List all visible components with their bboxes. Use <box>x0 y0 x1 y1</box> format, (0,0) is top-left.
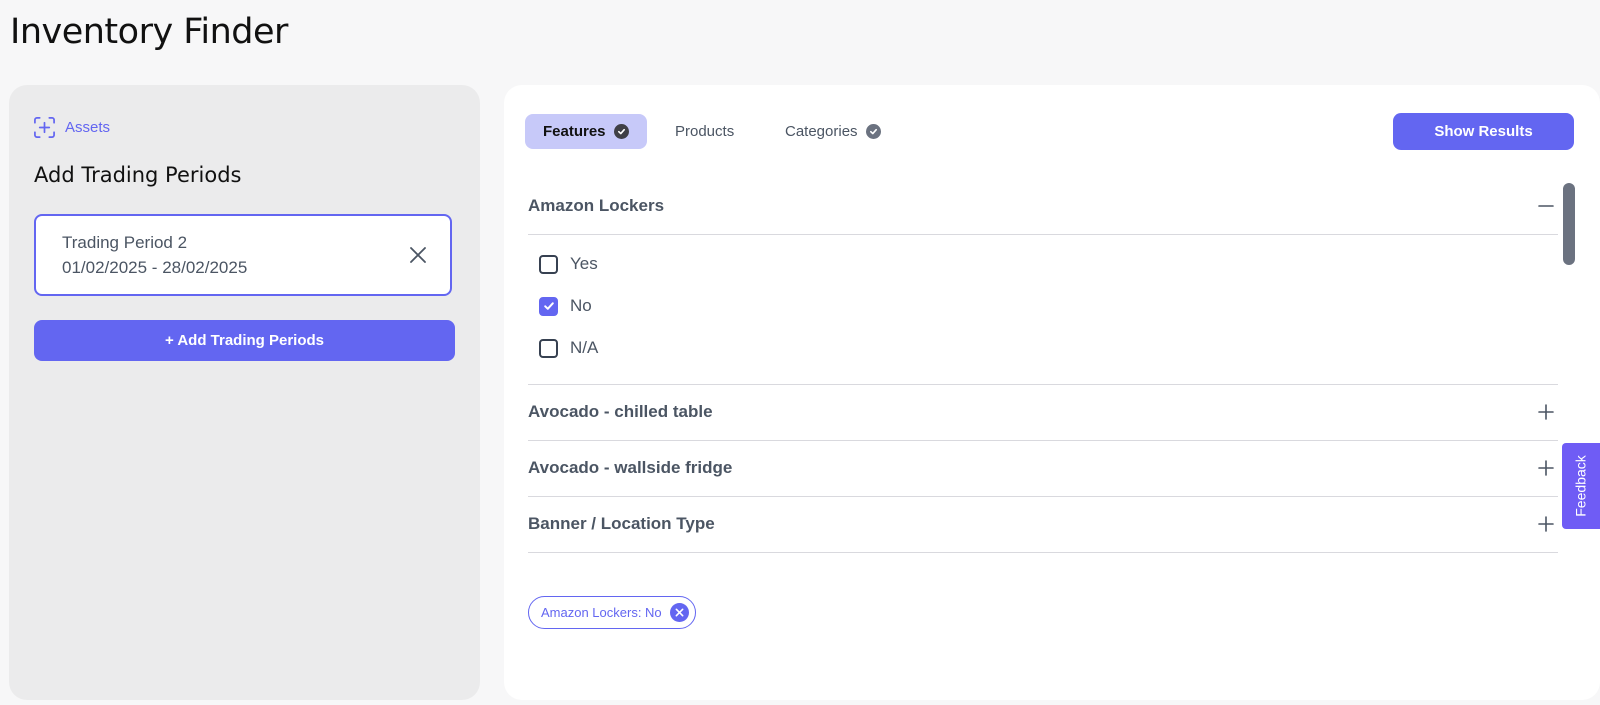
option-label: No <box>570 296 592 315</box>
add-trading-periods-heading: Add Trading Periods <box>34 163 242 187</box>
assets-label: Assets <box>65 119 111 136</box>
accordion-header-avocado-wallside-fridge[interactable]: Avocado - wallside fridge <box>528 440 1558 496</box>
accordion-title: Amazon Lockers <box>528 196 665 215</box>
add-frame-icon <box>33 116 56 139</box>
remove-filter-button[interactable] <box>669 603 689 622</box>
add-trading-periods-button[interactable]: + Add Trading Periods <box>34 320 455 361</box>
option-yes[interactable]: Yes <box>539 254 598 274</box>
checkbox[interactable] <box>539 254 558 274</box>
option-no[interactable]: No <box>539 296 592 316</box>
check-circle-icon <box>865 124 881 139</box>
trading-period-dates: 01/02/2025 - 28/02/2025 <box>62 258 248 277</box>
tab-label: Categories <box>785 123 858 140</box>
show-results-button[interactable]: Show Results <box>1393 113 1574 150</box>
feedback-tab[interactable]: Feedback <box>1562 443 1600 529</box>
accordion-header-banner-location-type[interactable]: Banner / Location Type <box>528 496 1558 552</box>
divider <box>528 234 1558 235</box>
page-title: Inventory Finder <box>10 12 288 52</box>
option-na[interactable]: N/A <box>539 338 598 358</box>
tab-products[interactable]: Products <box>675 114 734 149</box>
plus-icon <box>1538 516 1554 532</box>
tab-label: Features <box>543 123 606 140</box>
plus-icon <box>1538 404 1554 420</box>
remove-period-button[interactable] <box>408 245 428 265</box>
selected-filter-chip: Amazon Lockers: No <box>528 596 696 629</box>
close-icon <box>675 608 684 617</box>
tab-features[interactable]: Features <box>525 114 647 149</box>
accordion-title: Avocado - chilled table <box>528 402 713 421</box>
filters-panel: Features Products Categories Show Result… <box>504 85 1600 700</box>
chip-label: Amazon Lockers: No <box>541 605 662 620</box>
close-icon <box>410 247 426 263</box>
option-label: Yes <box>570 254 598 273</box>
checkbox[interactable] <box>539 338 558 358</box>
accordion-header-avocado-chilled-table[interactable]: Avocado - chilled table <box>528 384 1558 440</box>
trading-periods-panel: Assets Add Trading Periods Trading Perio… <box>9 85 480 700</box>
plus-icon <box>1538 460 1554 476</box>
assets-link[interactable]: Assets <box>33 116 110 139</box>
feedback-label: Feedback <box>1573 455 1590 517</box>
trading-period-name: Trading Period 2 <box>62 233 188 252</box>
accordion-title: Avocado - wallside fridge <box>528 458 733 477</box>
tab-categories[interactable]: Categories <box>785 114 881 149</box>
divider <box>528 552 1558 553</box>
checkbox-checked[interactable] <box>539 296 558 316</box>
scrollbar-thumb[interactable] <box>1563 183 1575 265</box>
checkmark-icon <box>543 302 554 310</box>
option-label: N/A <box>570 338 599 357</box>
check-circle-icon <box>613 124 629 139</box>
accordion-title: Banner / Location Type <box>528 514 715 533</box>
trading-period-card: Trading Period 2 01/02/2025 - 28/02/2025 <box>34 214 452 296</box>
accordion-header-amazon-lockers[interactable]: Amazon Lockers <box>528 178 1558 234</box>
tab-label: Products <box>675 123 735 140</box>
minus-icon <box>1538 205 1554 207</box>
